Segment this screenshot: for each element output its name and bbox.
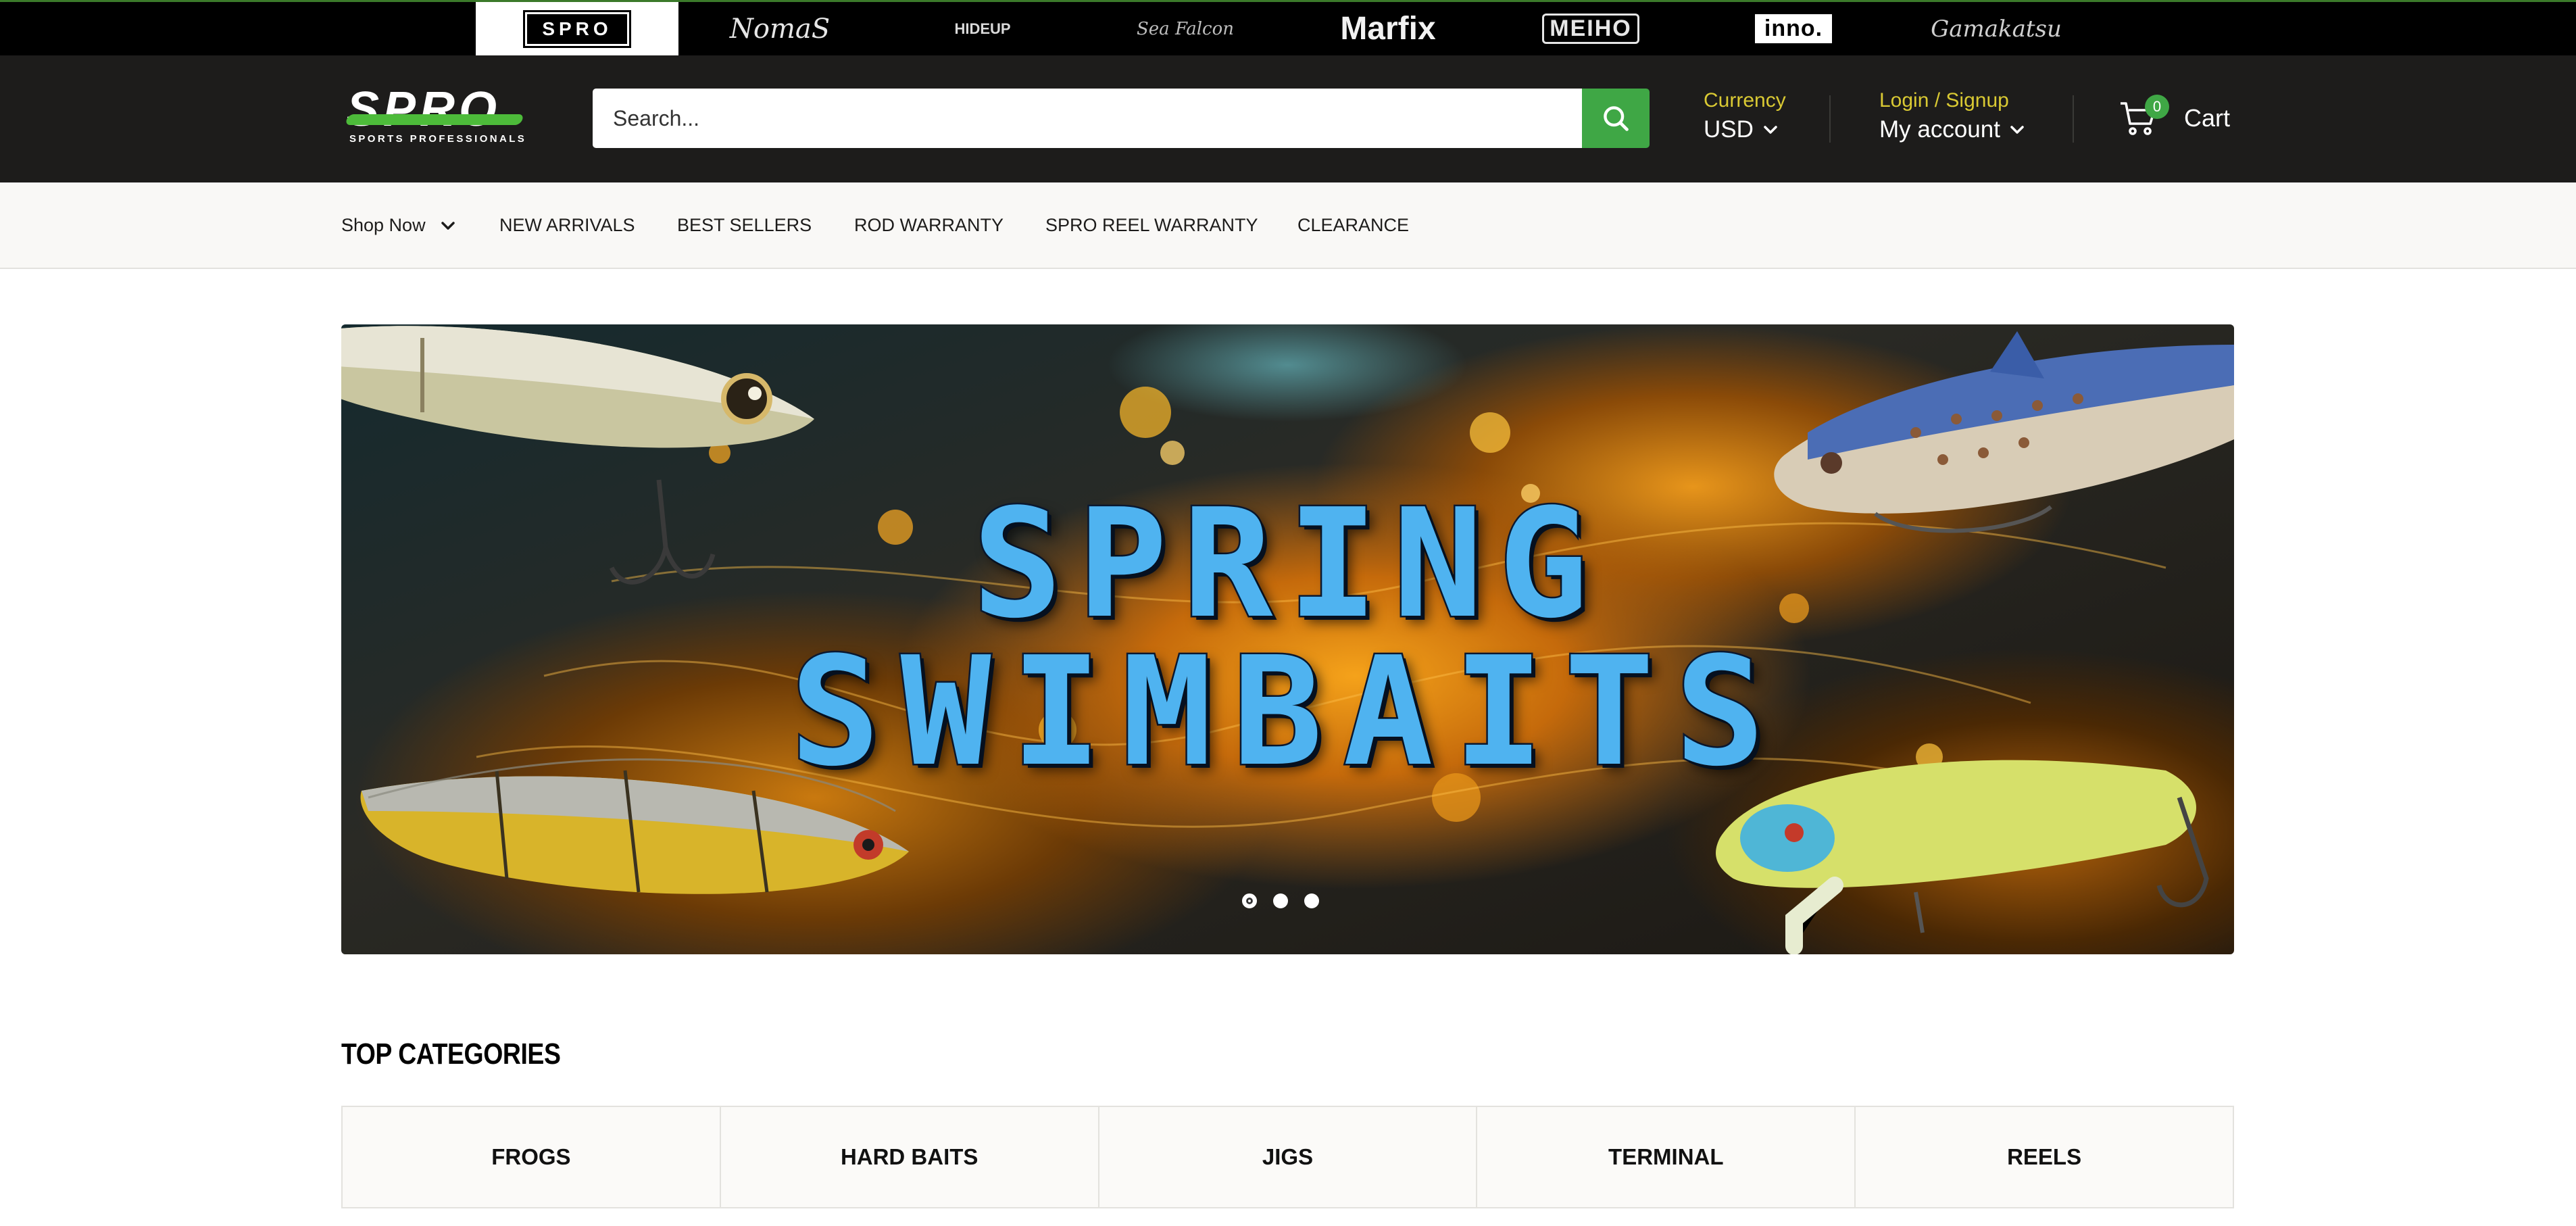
hero-headline-line2: SWIMBAITS [789,624,1785,802]
search-bar [593,89,1650,148]
brand-tab-gamakatsu[interactable]: Gamakatsu [1895,2,2098,55]
search-button[interactable] [1582,89,1650,148]
category-terminal[interactable]: TERMINAL [1477,1107,1856,1207]
site-header: SPRO SPORTS PROFESSIONALS Currency USD L… [0,55,2576,182]
search-input[interactable] [593,89,1582,148]
cart-label: Cart [2184,104,2231,132]
slider-dots [1242,893,1319,908]
brand-nomas-logo: NomaS [729,13,831,45]
slider-dot-1[interactable] [1242,893,1257,908]
chevron-down-icon [441,221,455,230]
top-categories-heading: TOP CATEGORIES [341,1037,561,1071]
slider-dot-3[interactable] [1304,893,1319,908]
nav-clearance[interactable]: CLEARANCE [1297,215,1409,236]
nav-best-sellers[interactable]: BEST SELLERS [677,215,812,236]
brand-strip: SPRO NomaS HIDEUP Sea Falcon Marfix MEIH… [0,0,2576,55]
main-nav: Shop Now NEW ARRIVALS BEST SELLERS ROD W… [0,182,2576,269]
brand-tab-hideup[interactable]: HIDEUP [881,2,1084,55]
nav-rod-warranty[interactable]: ROD WARRANTY [854,215,1004,236]
category-reels[interactable]: REELS [1856,1107,2233,1207]
brand-tab-seafalcon[interactable]: Sea Falcon [1084,2,1287,55]
brand-tab-inno[interactable]: inno. [1692,2,1895,55]
category-jigs[interactable]: JIGS [1099,1107,1478,1207]
category-grid: FROGS HARD BAITS JIGS TERMINAL REELS [341,1106,2234,1208]
category-hard-baits[interactable]: HARD BAITS [721,1107,1099,1207]
currency-value: USD [1704,116,1754,143]
brand-tab-meiho[interactable]: MEIHO [1489,2,1692,55]
brand-inno-logo: inno. [1754,14,1833,43]
logo-swoosh [345,114,524,125]
header-divider [1829,95,1831,143]
my-account-label: My account [1879,116,2000,143]
login-signup-link[interactable]: Login / Signup [1879,88,2025,114]
brand-tab-spro[interactable]: SPRO [476,2,678,55]
brand-seafalcon-logo: Sea Falcon [1136,18,1234,39]
brand-meiho-logo: MEIHO [1542,14,1639,44]
brand-gamakatsu-logo: Gamakatsu [1931,15,2062,43]
chevron-down-icon [1764,126,1777,134]
brand-hideup-logo: HIDEUP [954,20,1011,37]
brand-spro-logo: SPRO [523,9,631,48]
account-menu[interactable]: Login / Signup My account [1879,88,2025,146]
brand-tab-nomas[interactable]: NomaS [678,2,881,55]
nav-spro-reel-warranty[interactable]: SPRO REEL WARRANTY [1045,215,1258,236]
brand-marfix-logo: Marfix [1340,11,1436,47]
nav-shop-now-label: Shop Now [341,215,426,235]
brand-tab-marfix[interactable]: Marfix [1287,2,1489,55]
search-icon [1604,106,1629,131]
header-divider [2073,95,2074,143]
nav-shop-now[interactable]: Shop Now [341,215,455,236]
hero-banner[interactable]: SPRING SWIMBAITS [341,324,2234,954]
category-frogs[interactable]: FROGS [343,1107,721,1207]
cart-count-badge: 0 [2145,95,2169,119]
currency-selector[interactable]: Currency USD [1704,88,1786,146]
logo-tagline: SPORTS PROFESSIONALS [349,133,527,145]
currency-label: Currency [1704,89,1786,112]
cart-button[interactable]: 0 Cart [2118,95,2231,139]
chevron-down-icon [2010,126,2024,134]
slider-dot-2[interactable] [1273,893,1288,908]
nav-new-arrivals[interactable]: NEW ARRIVALS [499,215,635,236]
spro-logo[interactable]: SPRO SPORTS PROFESSIONALS [345,85,527,145]
